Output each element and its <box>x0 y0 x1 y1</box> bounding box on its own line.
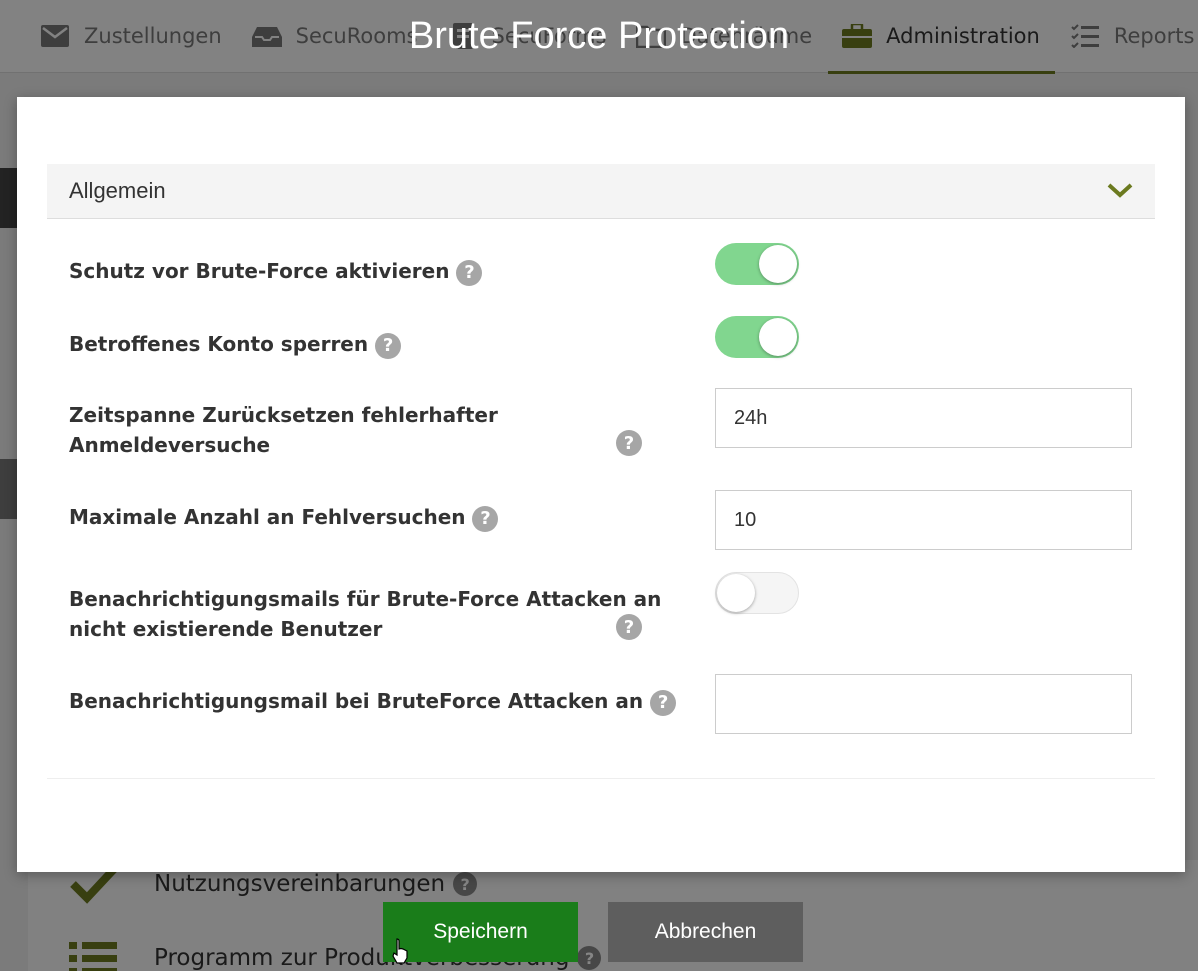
help-icon[interactable]: ? <box>375 332 402 359</box>
setting-label: Betroffenes Konto sperren ? <box>69 329 402 359</box>
setting-row: Maximale Anzahl an Fehlversuchen ? <box>69 490 1133 552</box>
toggle-knob <box>717 574 755 612</box>
setting-row: Benachrichtigungsmails für Brute-Force A… <box>69 572 1133 652</box>
max-failed-attempts-input[interactable] <box>715 490 1132 550</box>
setting-label: Maximale Anzahl an Fehlversuchen ? <box>69 502 499 532</box>
help-icon[interactable]: ? <box>456 259 483 286</box>
notification-mail-input[interactable] <box>715 674 1132 734</box>
setting-label: Benachrichtigungsmail bei BruteForce Att… <box>69 686 677 716</box>
setting-label: Schutz vor Brute-Force aktivieren ? <box>69 256 483 286</box>
hand-cursor-icon <box>392 938 408 968</box>
setting-row: Benachrichtigungsmail bei BruteForce Att… <box>69 674 1133 736</box>
cancel-button[interactable]: Abbrechen <box>608 902 803 962</box>
save-button[interactable]: Speichern <box>383 902 578 962</box>
setting-row: Betroffenes Konto sperren ? <box>69 313 1133 373</box>
toggle-knob <box>759 245 797 283</box>
setting-label: Benachrichtigungsmails für Brute-Force A… <box>69 587 662 641</box>
setting-row: Zeitspanne Zurücksetzen fehlerhafter Anm… <box>69 388 1133 457</box>
chevron-down-icon[interactable] <box>1107 178 1133 204</box>
help-icon[interactable]: ? <box>650 689 677 716</box>
section-header[interactable]: Allgemein <box>47 164 1155 219</box>
toggle-knob <box>759 318 797 356</box>
nonexistent-user-mail-toggle[interactable] <box>715 572 799 614</box>
section-title: Allgemein <box>69 178 166 203</box>
setting-label: Zeitspanne Zurücksetzen fehlerhafter Anm… <box>69 403 498 457</box>
lock-account-toggle[interactable] <box>715 316 799 358</box>
brute-force-protection-toggle[interactable] <box>715 243 799 285</box>
setting-row: Schutz vor Brute-Force aktivieren ? <box>69 240 1133 300</box>
help-icon[interactable]: ? <box>616 614 642 640</box>
modal-title: Brute Force Protection <box>408 15 790 57</box>
reset-timespan-input[interactable] <box>715 388 1132 448</box>
brute-force-dialog: Allgemein Schutz vor Brute-Force aktivie… <box>17 97 1185 872</box>
help-icon[interactable]: ? <box>616 430 642 456</box>
settings-panel: Allgemein Schutz vor Brute-Force aktivie… <box>47 164 1155 779</box>
help-icon[interactable]: ? <box>472 505 499 532</box>
